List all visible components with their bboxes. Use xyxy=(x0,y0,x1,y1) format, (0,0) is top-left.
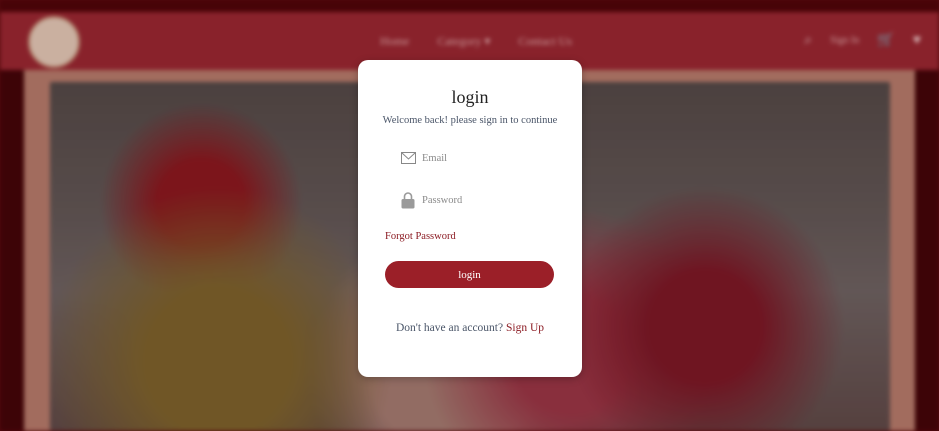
email-input[interactable] xyxy=(422,152,552,164)
envelope-icon xyxy=(400,150,416,166)
modal-subtitle: Welcome back! please sign in to continue xyxy=(382,115,558,126)
page: Home Category ▾ Contact Us ⌕ Sign In 🛒 ♥… xyxy=(0,0,939,431)
signup-row: Don't have an account? Sign Up xyxy=(358,322,582,334)
password-input[interactable] xyxy=(422,194,552,206)
modal-title: login xyxy=(451,87,489,107)
sign-up-link[interactable]: Sign Up xyxy=(506,322,544,334)
email-field xyxy=(400,148,560,168)
no-account-text: Don't have an account? xyxy=(395,322,504,334)
forgot-password-link[interactable]: Forgot Password xyxy=(385,231,456,242)
login-button[interactable]: login xyxy=(385,261,554,288)
password-field xyxy=(400,190,560,210)
lock-icon xyxy=(400,191,416,208)
login-modal: login Welcome back! please sign in to co… xyxy=(358,60,582,377)
